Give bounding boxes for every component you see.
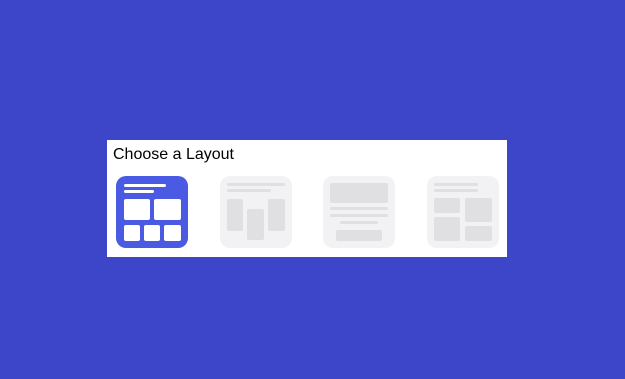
app-background: Choose a Layout — [0, 0, 625, 379]
hero-text-layout-icon — [323, 176, 395, 248]
layout-option-three-column[interactable] — [220, 176, 292, 248]
layout-chooser-panel: Choose a Layout — [107, 140, 507, 257]
layout-option-mosaic[interactable] — [427, 176, 499, 248]
mosaic-layout-icon — [427, 176, 499, 248]
layout-option-grid[interactable] — [116, 176, 188, 248]
three-column-layout-icon — [220, 176, 292, 248]
layout-option-hero-text[interactable] — [323, 176, 395, 248]
panel-title: Choose a Layout — [113, 146, 234, 163]
grid-layout-icon — [116, 176, 188, 248]
